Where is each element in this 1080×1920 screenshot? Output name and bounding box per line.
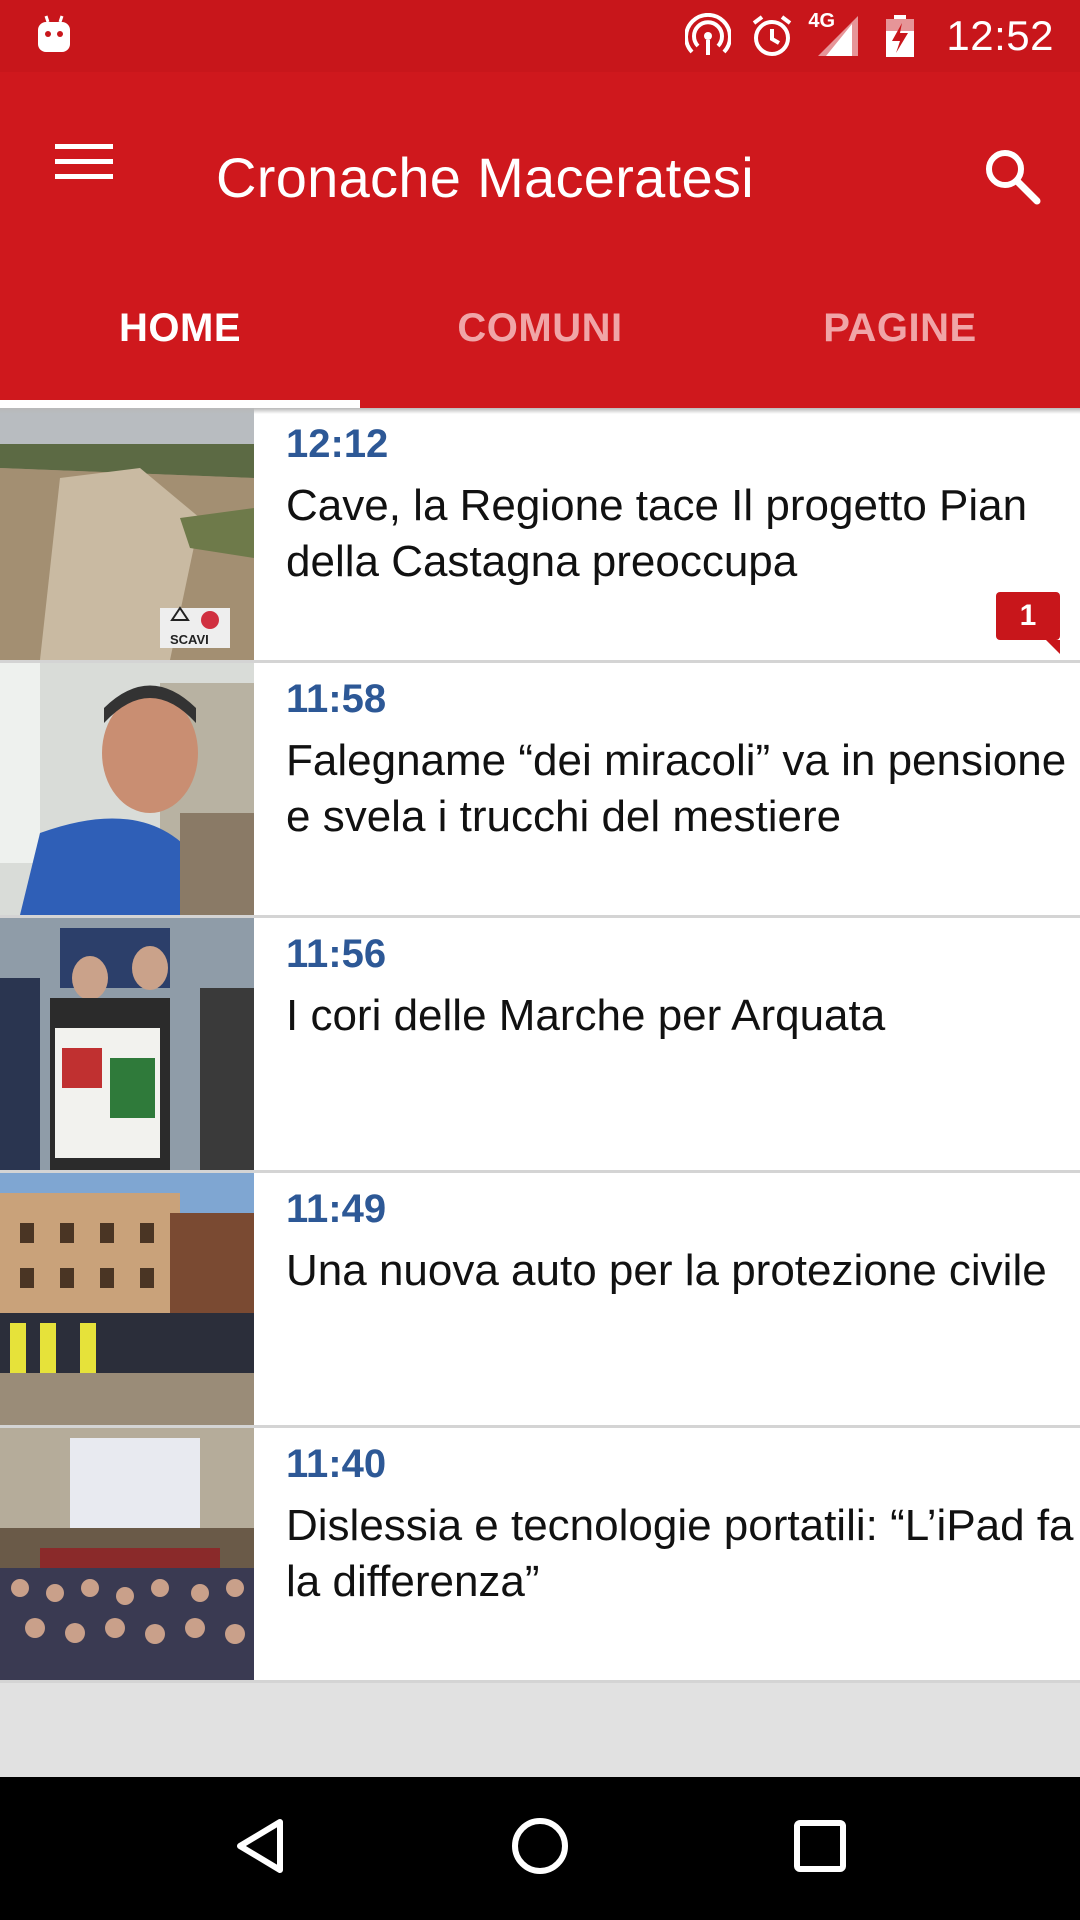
news-time: 11:49 [286,1187,387,1231]
news-thumbnail [0,1428,254,1680]
news-item[interactable]: 11:40 Dislessia e tecnologie portatili: … [0,1428,1080,1683]
app-bar: Cronache Maceratesi [0,72,1080,260]
news-time: 11:56 [286,932,387,976]
tab-comuni[interactable]: COMUNI [360,260,720,408]
tab-bar: HOME COMUNI PAGINE [0,260,1080,408]
back-icon [232,1816,288,1881]
news-headline: Dislessia e tecnologie portatili: “L’iPa… [286,1501,1074,1606]
menu-button[interactable] [40,132,128,196]
hotspot-icon [684,12,732,60]
news-list: SCAVI 12:12 Cave, la Regione tace Il pro… [0,408,1080,1683]
news-item[interactable]: 11:56 I cori delle Marche per Arquata [0,918,1080,1173]
alarm-icon [748,12,796,60]
status-bar: 4G 12:52 [0,0,1080,72]
home-button[interactable] [490,1799,590,1899]
hamburger-menu-icon [55,142,113,187]
search-button[interactable] [976,142,1048,214]
news-headline: Falegname “dei miracoli” va in pensione … [286,736,1067,841]
news-headline: Una nuova auto per la protezione civile [286,1246,1047,1295]
news-item[interactable]: 11:49 Una nuova auto per la protezione c… [0,1173,1080,1428]
comment-count-badge[interactable]: 1 [996,592,1060,654]
network-type-label: 4G [808,10,836,32]
navigation-bar [0,1777,1080,1920]
news-time: 12:12 [286,422,389,466]
news-headline: I cori delle Marche per Arquata [286,991,886,1040]
app-title: Cronache Maceratesi [216,146,754,209]
tab-pagine[interactable]: PAGINE [720,260,1080,408]
news-item[interactable]: 11:58 Falegname “dei miracoli” va in pen… [0,663,1080,918]
recents-icon [793,1819,847,1878]
tab-bar-shadow [0,408,1080,414]
back-button[interactable] [210,1799,310,1899]
status-clock: 12:52 [946,12,1054,59]
news-time: 11:58 [286,677,387,721]
news-thumbnail [0,1173,254,1425]
news-thumbnail [0,918,254,1170]
home-icon [510,1816,570,1881]
news-time: 11:40 [286,1442,387,1486]
news-item[interactable]: SCAVI 12:12 Cave, la Regione tace Il pro… [0,408,1080,663]
signal-icon: 4G [808,10,860,60]
android-debug-icon [36,14,72,54]
news-thumbnail: SCAVI [0,408,254,660]
tab-home[interactable]: HOME [0,260,360,408]
search-icon [983,147,1041,210]
recents-button[interactable] [770,1799,870,1899]
screen: 4G 12:52 Cronache Maceratesi HOME COMUNI… [0,0,1080,1920]
status-icons: 4G 12:52 [684,0,1080,72]
thumbnail-sign-text: SCAVI [170,632,209,647]
news-thumbnail [0,663,254,915]
battery-charging-icon [876,12,924,60]
news-headline: Cave, la Regione tace Il progetto Pian d… [286,481,1028,586]
list-footer [0,1683,1080,1777]
